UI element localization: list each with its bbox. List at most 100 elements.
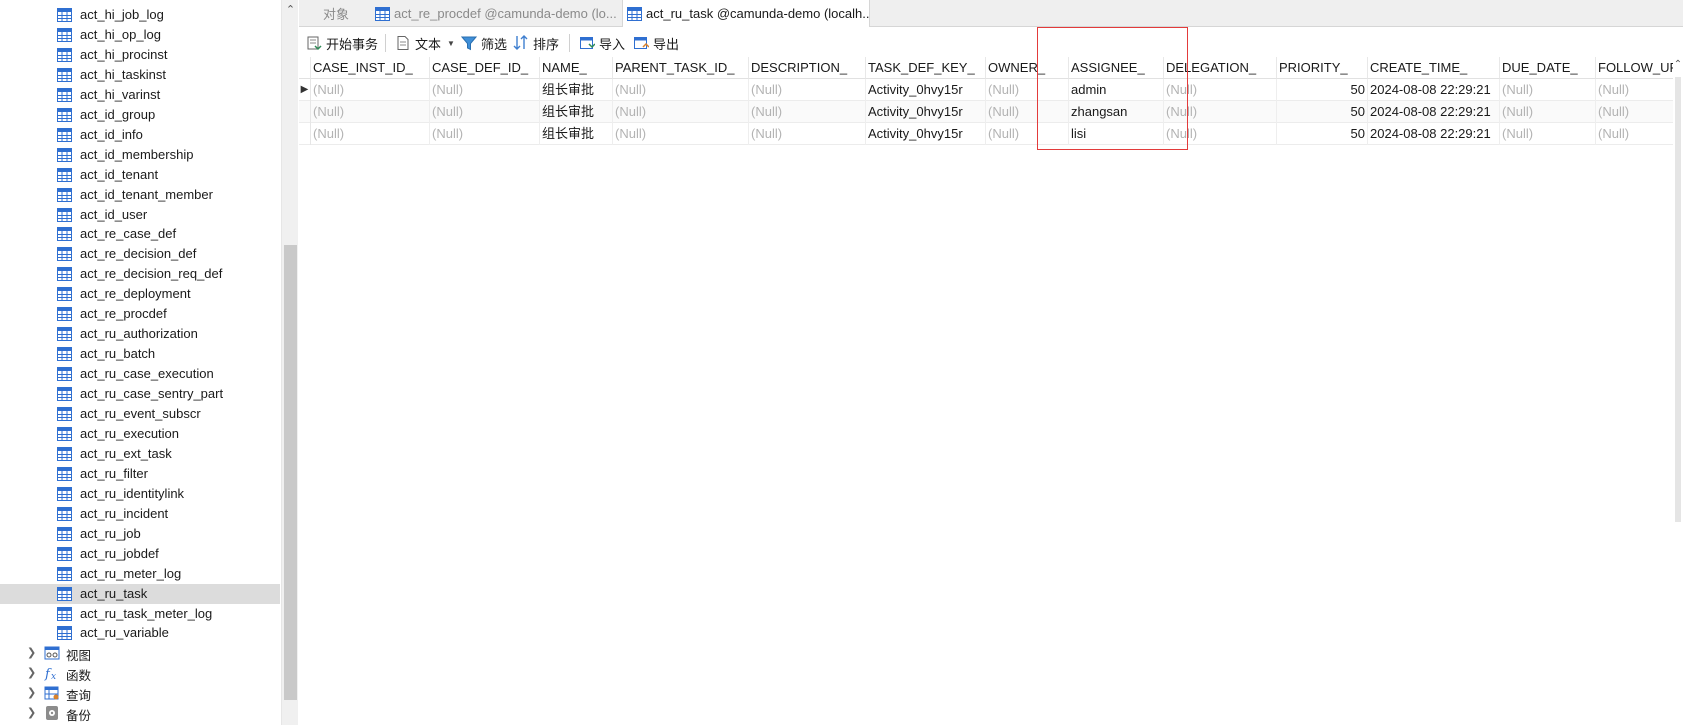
sidebar-table-item[interactable]: act_ru_variable: [0, 623, 280, 643]
column-header[interactable]: CASE_INST_ID_: [311, 57, 430, 79]
tab-act-ru-task[interactable]: act_ru_task @camunda-demo (localh...: [622, 0, 870, 27]
sidebar-table-item[interactable]: act_ru_event_subscr: [0, 404, 280, 424]
table-cell[interactable]: (Null): [1164, 123, 1277, 145]
table-cell[interactable]: (Null): [1500, 79, 1596, 101]
column-header[interactable]: DELEGATION_: [1164, 57, 1277, 79]
table-cell[interactable]: (Null): [749, 79, 866, 101]
sidebar-table-item[interactable]: act_id_info: [0, 125, 280, 145]
table-cell[interactable]: 组长审批: [540, 123, 613, 145]
sidebar-table-item[interactable]: act_hi_job_log: [0, 5, 280, 25]
table-cell[interactable]: (Null): [986, 79, 1069, 101]
sidebar-table-item[interactable]: act_hi_varinst: [0, 85, 280, 105]
column-header[interactable]: OWNER_: [986, 57, 1069, 79]
sort-button[interactable]: 排序: [513, 32, 559, 54]
table-cell[interactable]: 2024-08-08 22:29:21: [1368, 123, 1500, 145]
sidebar-table-item[interactable]: act_ru_case_sentry_part: [0, 384, 280, 404]
scroll-up-arrow-icon[interactable]: ⌃: [282, 0, 299, 20]
table-row[interactable]: (Null) (Null) 组长审批 (Null) (Null) Activity_0hv…: [299, 101, 1681, 123]
table-cell[interactable]: (Null): [1596, 101, 1681, 123]
tab-act-re-procdef[interactable]: act_re_procdef @camunda-demo (lo...: [375, 0, 623, 27]
sidebar-table-item[interactable]: act_ru_authorization: [0, 324, 280, 344]
chevron-right-icon[interactable]: ❯: [27, 646, 39, 660]
column-header[interactable]: TASK_DEF_KEY_: [866, 57, 986, 79]
chevron-right-icon[interactable]: ❯: [27, 666, 39, 680]
table-cell[interactable]: (Null): [749, 101, 866, 123]
sidebar-table-item[interactable]: act_id_user: [0, 205, 280, 225]
table-cell[interactable]: (Null): [1500, 123, 1596, 145]
table-cell[interactable]: (Null): [1164, 101, 1277, 123]
table-cell[interactable]: (Null): [749, 123, 866, 145]
sidebar-table-item[interactable]: act_id_tenant: [0, 165, 280, 185]
sidebar-table-item[interactable]: act_ru_ext_task: [0, 444, 280, 464]
sidebar-table-item[interactable]: act_ru_task: [0, 583, 280, 604]
grid-scrollbar[interactable]: ⌃: [1673, 57, 1683, 725]
sidebar-table-item[interactable]: act_id_tenant_member: [0, 185, 280, 205]
text-button[interactable]: 文本 ▼: [395, 32, 455, 54]
table-cell[interactable]: (Null): [1500, 101, 1596, 123]
row-marker[interactable]: [299, 123, 311, 145]
table-cell[interactable]: lisi: [1069, 123, 1164, 145]
sidebar-table-item[interactable]: act_ru_identitylink: [0, 484, 280, 504]
table-cell[interactable]: 50: [1277, 123, 1368, 145]
sidebar-table-item[interactable]: act_ru_execution: [0, 424, 280, 444]
table-cell[interactable]: (Null): [1596, 79, 1681, 101]
sidebar-table-item[interactable]: act_re_case_def: [0, 224, 280, 244]
column-header[interactable]: DESCRIPTION_: [749, 57, 866, 79]
column-header[interactable]: PRIORITY_: [1277, 57, 1368, 79]
table-cell[interactable]: (Null): [613, 101, 749, 123]
sidebar-scrollbar[interactable]: ⌃: [281, 0, 298, 725]
column-header[interactable]: ASSIGNEE_: [1069, 57, 1164, 79]
sidebar-table-item[interactable]: act_re_decision_req_def: [0, 264, 280, 284]
table-row[interactable]: (Null) (Null) 组长审批 (Null) (Null) Activity_0hv…: [299, 123, 1681, 145]
table-cell[interactable]: Activity_0hvy15r: [866, 123, 986, 145]
sidebar-group-item[interactable]: ❯ f x 函数: [0, 663, 280, 683]
filter-button[interactable]: 筛选: [461, 32, 507, 54]
column-header[interactable]: PARENT_TASK_ID_: [613, 57, 749, 79]
table-cell[interactable]: 组长审批: [540, 79, 613, 101]
grid-scrollbar-thumb[interactable]: [1675, 77, 1681, 522]
sidebar-table-item[interactable]: act_id_membership: [0, 145, 280, 165]
sidebar-table-item[interactable]: act_ru_task_meter_log: [0, 604, 280, 624]
sidebar-table-item[interactable]: act_ru_incident: [0, 504, 280, 524]
table-cell[interactable]: 2024-08-08 22:29:21: [1368, 79, 1500, 101]
column-header[interactable]: NAME_: [540, 57, 613, 79]
column-header[interactable]: FOLLOW_UP_: [1596, 57, 1681, 79]
column-header[interactable]: CASE_DEF_ID_: [430, 57, 540, 79]
table-row[interactable]: ▶ (Null) (Null) 组长审批 (Null) (Null) Activity_0h…: [299, 79, 1681, 101]
table-cell[interactable]: (Null): [1596, 123, 1681, 145]
sidebar-table-item[interactable]: act_re_deployment: [0, 284, 280, 304]
sidebar-table-item[interactable]: act_ru_batch: [0, 344, 280, 364]
table-cell[interactable]: (Null): [986, 123, 1069, 145]
table-cell[interactable]: Activity_0hvy15r: [866, 101, 986, 123]
table-cell[interactable]: (Null): [613, 123, 749, 145]
sidebar-table-item[interactable]: act_ru_case_execution: [0, 364, 280, 384]
row-marker[interactable]: [299, 101, 311, 123]
sidebar-table-item[interactable]: act_ru_jobdef: [0, 544, 280, 564]
sidebar-group-item[interactable]: ❯ 备份: [0, 703, 280, 723]
table-cell[interactable]: (Null): [430, 79, 540, 101]
sidebar-table-item[interactable]: act_ru_filter: [0, 464, 280, 484]
table-cell[interactable]: 50: [1277, 101, 1368, 123]
sidebar-table-item[interactable]: act_hi_procinst: [0, 45, 280, 65]
table-cell[interactable]: (Null): [311, 123, 430, 145]
table-cell[interactable]: (Null): [613, 79, 749, 101]
sidebar-table-item[interactable]: act_re_decision_def: [0, 244, 280, 264]
column-header[interactable]: DUE_DATE_: [1500, 57, 1596, 79]
sidebar-table-item[interactable]: act_hi_taskinst: [0, 65, 280, 85]
table-cell[interactable]: (Null): [430, 123, 540, 145]
table-cell[interactable]: 50: [1277, 79, 1368, 101]
table-cell[interactable]: (Null): [311, 79, 430, 101]
scroll-up-arrow-icon[interactable]: ⌃: [1673, 57, 1683, 73]
table-cell[interactable]: (Null): [1164, 79, 1277, 101]
sidebar-table-item[interactable]: act_hi_op_log: [0, 25, 280, 45]
sidebar-table-item[interactable]: act_re_procdef: [0, 304, 280, 324]
chevron-right-icon[interactable]: ❯: [27, 686, 39, 700]
current-row-arrow-icon[interactable]: ▶: [299, 79, 311, 101]
table-cell[interactable]: (Null): [311, 101, 430, 123]
sidebar-table-item[interactable]: act_id_group: [0, 105, 280, 125]
sidebar-table-item[interactable]: act_ru_meter_log: [0, 564, 280, 584]
table-cell[interactable]: 2024-08-08 22:29:21: [1368, 101, 1500, 123]
chevron-down-icon[interactable]: ▼: [447, 39, 455, 48]
export-button[interactable]: 导出: [633, 32, 679, 54]
table-cell[interactable]: (Null): [430, 101, 540, 123]
